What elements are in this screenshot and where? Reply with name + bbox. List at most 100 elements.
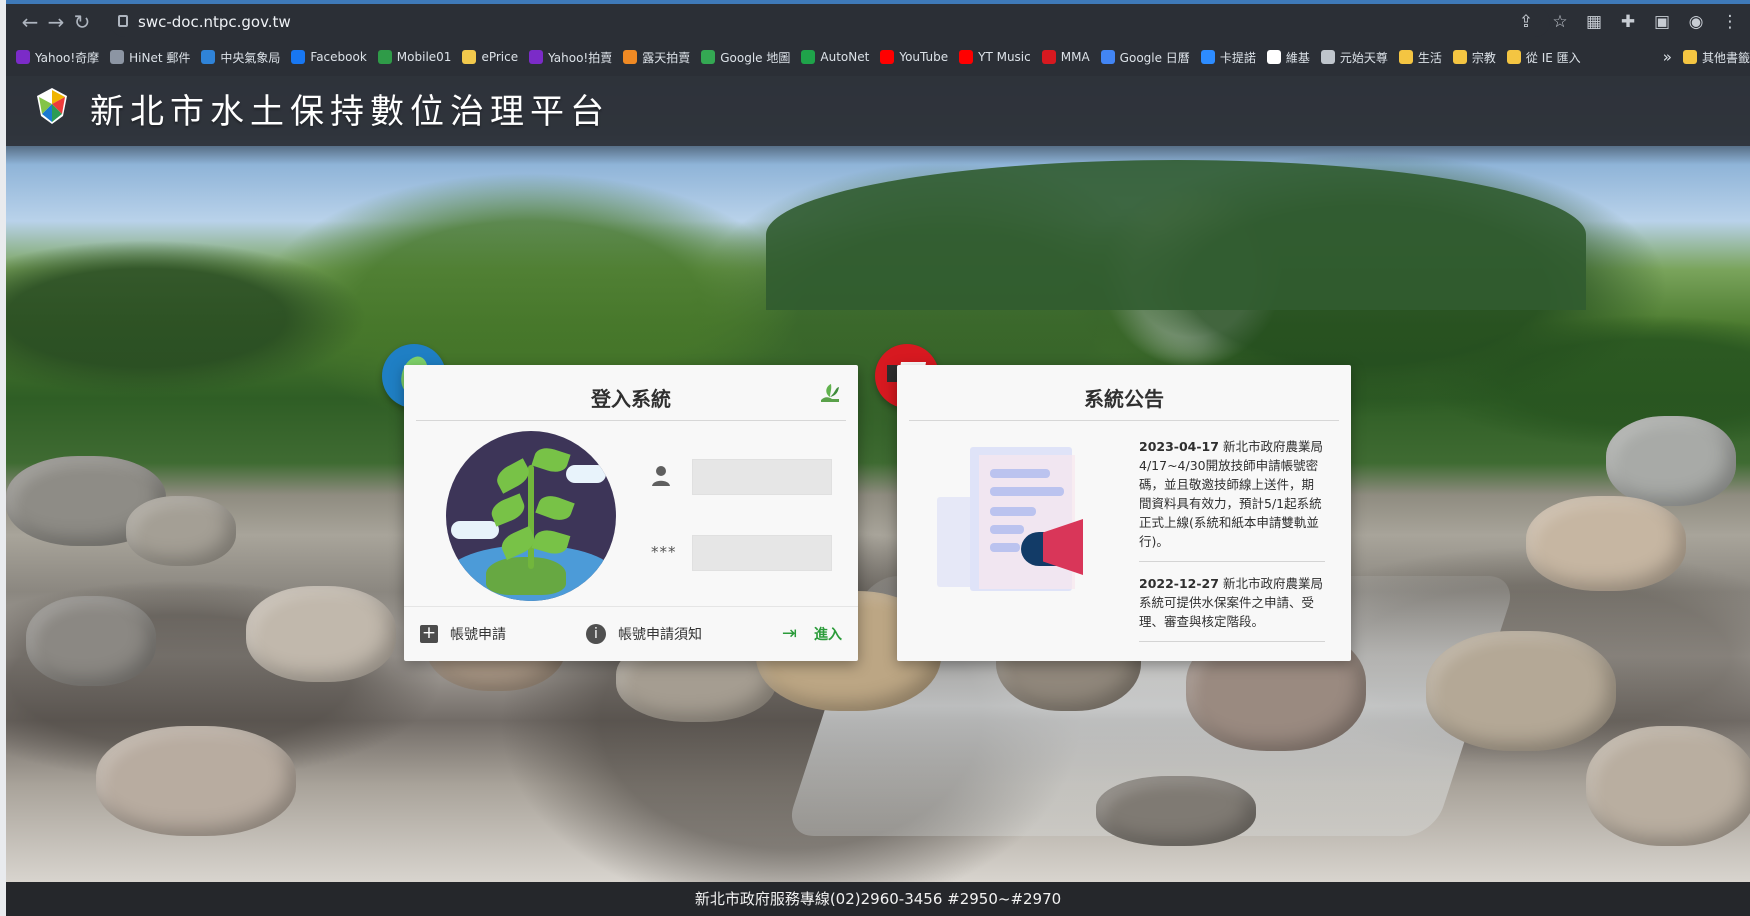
login-actions: + 帳號申請 i 帳號申請須知 ⇥ 進入 (404, 606, 858, 661)
announcement-title-divider (909, 420, 1339, 421)
bookmark-icon (529, 50, 544, 64)
rock (126, 496, 236, 566)
bookmark-label: 中央氣象局 (220, 50, 281, 65)
bookmark-item[interactable]: YouTube (880, 50, 948, 64)
bookmark-item[interactable]: Yahoo!拍賣 (529, 49, 612, 66)
login-title: 登入系統 (591, 387, 671, 411)
bookmark-label: Facebook (310, 50, 367, 64)
bookmark-item[interactable]: Facebook (291, 50, 367, 64)
service-footer: 新北市政府服務專線(02)2960-3456 #2950~#2970 (6, 882, 1750, 916)
sidebar-icon[interactable]: ▣ (1650, 10, 1674, 34)
profile-icon[interactable]: ◉ (1684, 10, 1708, 34)
bookmark-icon (16, 50, 30, 64)
reload-icon[interactable]: ↻ (70, 10, 94, 34)
bookmark-item[interactable]: 維基 (1266, 49, 1310, 66)
announcement-item: 2023-04-17 新北市政府農業局 4/17~4/30開放技師申請帳號密碼，… (1139, 437, 1325, 562)
bookmark-item[interactable]: Yahoo!奇摩 (16, 49, 99, 66)
login-title-divider (416, 420, 846, 421)
bookmark-icon (110, 50, 125, 64)
bookmark-icon (1506, 50, 1521, 64)
other-bookmarks-label: 其他書籤 (1701, 50, 1750, 65)
bookmark-label: YouTube (899, 50, 949, 64)
account-notice-button[interactable]: i 帳號申請須知 (586, 624, 702, 644)
ntpc-logo-icon (37, 88, 67, 124)
bookmark-label: Google 日曆 (1119, 50, 1190, 65)
bookmark-label: 宗教 (1471, 50, 1496, 65)
other-bookmarks[interactable]: 其他書籤 (1682, 49, 1750, 66)
apply-account-button[interactable]: + 帳號申請 (420, 624, 506, 644)
cloud-shape (566, 465, 606, 483)
land-shape (486, 557, 566, 595)
document-line-shape (990, 469, 1050, 478)
bookmark-label: ePrice (481, 50, 519, 64)
username-input[interactable] (692, 459, 832, 495)
rock (1586, 726, 1750, 846)
bookmark-item[interactable]: 中央氣象局 (201, 49, 280, 66)
bookmark-item[interactable]: YT Music (959, 50, 1031, 64)
star-icon[interactable]: ☆ (1548, 10, 1572, 34)
bookmark-item[interactable]: HiNet 郵件 (110, 49, 190, 66)
bookmark-item[interactable]: 宗教 (1452, 49, 1496, 66)
bookmark-label: Yahoo!拍賣 (548, 50, 613, 65)
bookmark-item[interactable]: 元始天尊 (1320, 49, 1388, 66)
password-input[interactable] (692, 535, 832, 571)
rock (1426, 631, 1616, 751)
leaf-shape (531, 444, 571, 476)
rock (246, 586, 396, 682)
bookmark-icon (377, 50, 392, 64)
bookmark-label: AutoNet (820, 50, 870, 64)
bookmark-label: 卡提諾 (1219, 50, 1256, 65)
grid-icon[interactable]: ▦ (1582, 10, 1606, 34)
enter-label: 進入 (814, 627, 842, 643)
tab-highlight (6, 0, 1750, 4)
site-title: 新北市水土保持數位治理平台 (90, 92, 610, 132)
rock (26, 596, 156, 686)
bookmark-icon (801, 50, 816, 64)
bookmark-item[interactable]: 生活 (1398, 49, 1442, 66)
page-frame: ← → ↻ swc-doc.ntpc.gov.tw ⇪ ☆ ▦ ✚ ▣ ◉ ⋮ … (0, 0, 1750, 916)
password-icon: *** (651, 543, 677, 561)
bookmark-label: 生活 (1417, 50, 1442, 65)
bookmark-icon (701, 50, 716, 64)
url-text: swc-doc.ntpc.gov.tw (138, 13, 291, 31)
folder-icon (1682, 50, 1697, 64)
bookmark-item[interactable]: Google 日曆 (1100, 49, 1190, 66)
background-hills (766, 160, 1586, 310)
address-row: ← → ↻ swc-doc.ntpc.gov.tw ⇪ ☆ ▦ ✚ ▣ ◉ ⋮ (6, 6, 1750, 42)
document-line-shape (990, 525, 1024, 534)
bookmark-label: 露天拍賣 (642, 50, 691, 65)
bookmark-item[interactable]: 卡提諾 (1200, 49, 1256, 66)
user-icon (652, 466, 670, 486)
address-bar[interactable]: swc-doc.ntpc.gov.tw (110, 7, 1550, 37)
bookmark-item[interactable]: 從 IE 匯入 (1506, 49, 1581, 66)
rock (96, 726, 296, 836)
bookmark-item[interactable]: MMA (1041, 50, 1090, 64)
bookmark-icon (959, 50, 974, 64)
share-icon[interactable]: ⇪ (1514, 10, 1538, 34)
bookmarks-more-button[interactable]: » (1663, 48, 1672, 66)
cloud-shape (451, 521, 499, 539)
plant-stem (528, 465, 534, 569)
extension-icon[interactable]: ✚ (1616, 10, 1640, 34)
bookmark-icon (1398, 50, 1413, 64)
document-line-shape (990, 487, 1064, 496)
enter-button[interactable]: ⇥ 進入 (782, 624, 842, 644)
plant-hand-icon (821, 384, 839, 402)
menu-icon[interactable]: ⋮ (1718, 10, 1742, 34)
bookmark-icon (623, 50, 638, 64)
forward-icon[interactable]: → (44, 10, 68, 34)
bookmark-item[interactable]: Google 地圖 (701, 49, 790, 66)
bookmark-icon (1100, 50, 1115, 64)
back-icon[interactable]: ← (18, 10, 42, 34)
bookmark-item[interactable]: AutoNet (801, 50, 869, 64)
bookmark-item[interactable]: ePrice (462, 50, 518, 64)
announcement-title: 系統公告 (1084, 387, 1164, 411)
bookmark-label: MMA (1060, 50, 1090, 64)
browser-toolbar: ← → ↻ swc-doc.ntpc.gov.tw ⇪ ☆ ▦ ✚ ▣ ◉ ⋮ … (6, 0, 1750, 76)
bookmark-label: HiNet 郵件 (129, 50, 191, 65)
login-card: 登入系統 *** + 帳號申請 i 帳號申請須知 ⇥ 進入 (404, 365, 858, 661)
bookmark-item[interactable]: Mobile01 (377, 50, 451, 64)
bookmark-label: YT Music (978, 50, 1031, 64)
bookmark-item[interactable]: 露天拍賣 (623, 49, 690, 66)
enter-icon: ⇥ (782, 623, 798, 644)
